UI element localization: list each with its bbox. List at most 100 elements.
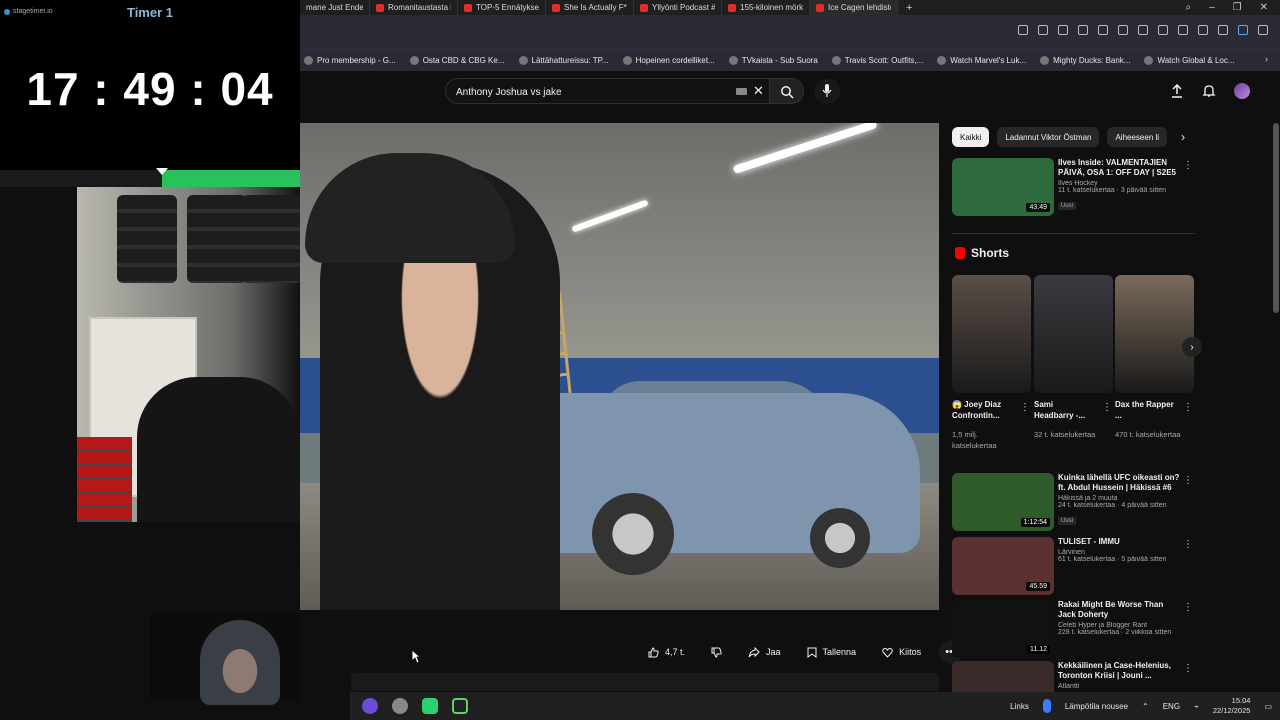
- bookmark-item[interactable]: Watch Marvel's Luk...: [937, 56, 1026, 65]
- short-title[interactable]: 😱 Joey Diaz Confrontin...: [952, 399, 1012, 421]
- video-menu-icon[interactable]: ⋮: [1183, 160, 1193, 171]
- thanks-button[interactable]: Kiitos: [874, 640, 930, 664]
- video-menu-icon[interactable]: ⋮: [1183, 663, 1193, 674]
- browser-tab[interactable]: She Is Actually F**king De: [546, 0, 634, 15]
- filter-chip[interactable]: Kaikki: [952, 127, 990, 147]
- video-thumbnail[interactable]: 45.59: [952, 537, 1054, 595]
- bookmark-item[interactable]: Lättähattureissu: TP...: [518, 56, 609, 65]
- video-title[interactable]: Kekkäilinen ja Case-Helenius, Toronton K…: [1058, 661, 1183, 681]
- save-button[interactable]: Tallenna: [798, 640, 865, 664]
- notification-center-icon[interactable]: ▭: [1264, 702, 1272, 711]
- short-title[interactable]: Dax the Rapper ...: [1115, 399, 1175, 421]
- browser-tab[interactable]: Romanitaustasta häkkiin, I: [370, 0, 458, 15]
- browser-tab[interactable]: mane Just Ended |: [300, 0, 370, 15]
- language-indicator[interactable]: ENG: [1163, 702, 1180, 711]
- bookmarks-more-icon[interactable]: ›: [1265, 54, 1268, 64]
- video-title[interactable]: Rakai Might Be Worse Than Jack Doherty: [1058, 600, 1183, 620]
- channel-name[interactable]: Celeb Hyper ja Blogger Rant: [1058, 622, 1183, 629]
- bookmark-item[interactable]: Osta CBD & CBG Ke...: [409, 56, 505, 65]
- recommended-video[interactable]: 45.59 TULISET - IMMU Lärvinen 61 t. katselu…: [952, 537, 1197, 595]
- channel-name[interactable]: Häkissä ja 2 muuta: [1058, 495, 1183, 502]
- description-box[interactable]: [351, 673, 939, 691]
- recommended-video[interactable]: Kekkäilinen ja Case-Helenius, Toronton K…: [952, 661, 1197, 719]
- notifications-bell-icon[interactable]: [1202, 84, 1216, 98]
- links-toolbar[interactable]: Links: [1010, 702, 1029, 711]
- video-menu-icon[interactable]: ⋮: [1183, 539, 1193, 550]
- restore-icon[interactable]: ❐: [1233, 2, 1242, 13]
- clear-search-icon[interactable]: ✕: [753, 83, 764, 99]
- bookmark-item[interactable]: Pro membership - G...: [304, 56, 396, 65]
- discord-app-icon[interactable]: [362, 698, 378, 714]
- weather-text[interactable]: Lämpötila nousee: [1065, 702, 1128, 711]
- recommended-video[interactable]: 43.49 Ilves Inside: VALMENTAJIEN PÄIVÄ, …: [952, 158, 1197, 216]
- bookmark-item[interactable]: Mighty Ducks: Bank...: [1040, 56, 1130, 65]
- video-title[interactable]: TULISET - IMMU: [1058, 537, 1183, 547]
- short-title[interactable]: Sami Headbarry -...: [1034, 399, 1094, 421]
- short-menu-icon[interactable]: ⋮: [1020, 402, 1030, 413]
- browser-tab[interactable]: TOP-5 Ennätykset: Mitkä E: [458, 0, 546, 15]
- video-menu-icon[interactable]: ⋮: [1183, 475, 1193, 486]
- short-thumbnail[interactable]: [1115, 275, 1194, 393]
- channel-name[interactable]: Atlantti: [1058, 683, 1183, 690]
- scrollbar-thumb[interactable]: [1273, 123, 1279, 313]
- bookmark-item[interactable]: Hopeinen cordelliket...: [622, 56, 715, 65]
- channel-name[interactable]: Ilves Hockey: [1058, 180, 1183, 187]
- extension-icon[interactable]: [1098, 25, 1108, 35]
- browser-tab[interactable]: Yllyönti Podcast #522, Ice: [634, 0, 722, 15]
- video-title[interactable]: Ilves Inside: VALMENTAJIEN PÄIVÄ, OSA 1:…: [1058, 158, 1183, 178]
- settings-icon[interactable]: [1258, 25, 1268, 35]
- voice-search-button[interactable]: [814, 78, 840, 104]
- new-tab-button[interactable]: +: [898, 2, 920, 14]
- media-app-icon[interactable]: [452, 698, 468, 714]
- copilot-icon[interactable]: [1238, 25, 1248, 35]
- video-thumbnail[interactable]: 43.49: [952, 158, 1054, 216]
- bookmark-item[interactable]: Travis Scott: Outfits,...: [831, 56, 923, 65]
- search-input[interactable]: [456, 83, 726, 101]
- browser-tab[interactable]: 155-kiloinen mörkö sai ta: [722, 0, 810, 15]
- recommended-video[interactable]: 11.12 Rakai Might Be Worse Than Jack Dohe…: [952, 600, 1197, 658]
- zoom-icon[interactable]: [1018, 25, 1028, 35]
- filter-chip[interactable]: Ladannut Viktor Östman: [997, 127, 1100, 147]
- system-clock[interactable]: 15.04 22/12/2025: [1213, 696, 1251, 716]
- video-thumbnail[interactable]: 11.12: [952, 600, 1054, 658]
- keyboard-icon[interactable]: [736, 88, 747, 95]
- menu-icon[interactable]: [1198, 25, 1208, 35]
- share-button[interactable]: Jaa: [740, 640, 789, 664]
- like-button[interactable]: 4,7 t.: [640, 640, 694, 664]
- tray-chevron-icon[interactable]: ⌃: [1142, 702, 1149, 711]
- browser-tab[interactable]: Ice Cagen lehdistötilaisuu: [810, 0, 898, 15]
- account-avatar[interactable]: [1234, 83, 1250, 99]
- video-title[interactable]: Kuinka lähellä UFC oikeasti on? ft. Abdu…: [1058, 473, 1183, 493]
- video-thumbnail[interactable]: 1:12:54: [952, 473, 1054, 531]
- short-thumbnail[interactable]: [1034, 275, 1113, 393]
- video-menu-icon[interactable]: ⋮: [1183, 602, 1193, 613]
- heart-icon[interactable]: [1138, 25, 1148, 35]
- app-icon[interactable]: [392, 698, 408, 714]
- minimize-icon[interactable]: –: [1209, 2, 1215, 13]
- reading-list-icon[interactable]: [1178, 25, 1188, 35]
- short-thumbnail[interactable]: [952, 275, 1031, 393]
- dislike-button[interactable]: [703, 640, 731, 664]
- close-icon[interactable]: ✕: [1260, 2, 1268, 13]
- weather-icon[interactable]: [1042, 699, 1051, 713]
- home-icon[interactable]: [1058, 25, 1068, 35]
- bookmark-item[interactable]: TVkaista - Sub Suora: [728, 56, 818, 65]
- recommended-video[interactable]: 1:12:54 Kuinka lähellä UFC oikeasti on? f…: [952, 473, 1197, 531]
- green-app-icon[interactable]: [422, 698, 438, 714]
- shield-icon[interactable]: [1078, 25, 1088, 35]
- shorts-next-button[interactable]: ›: [1182, 337, 1202, 357]
- channel-name[interactable]: Lärvinen: [1058, 549, 1183, 556]
- network-icon[interactable]: ⌁: [1194, 702, 1199, 711]
- short-menu-icon[interactable]: ⋮: [1102, 402, 1112, 413]
- video-player[interactable]: [300, 123, 939, 610]
- filter-chip[interactable]: Aiheeseen li: [1107, 127, 1168, 147]
- download-icon[interactable]: [1158, 25, 1168, 35]
- page-scrollbar[interactable]: [1272, 115, 1280, 690]
- short-menu-icon[interactable]: ⋮: [1183, 402, 1193, 413]
- search-tabs-icon[interactable]: ⌕: [1185, 2, 1191, 13]
- play-icon[interactable]: [1118, 25, 1128, 35]
- lock-icon[interactable]: [1218, 25, 1228, 35]
- upload-icon[interactable]: [1170, 84, 1184, 98]
- edit-icon[interactable]: [1038, 25, 1048, 35]
- search-button[interactable]: [770, 78, 804, 104]
